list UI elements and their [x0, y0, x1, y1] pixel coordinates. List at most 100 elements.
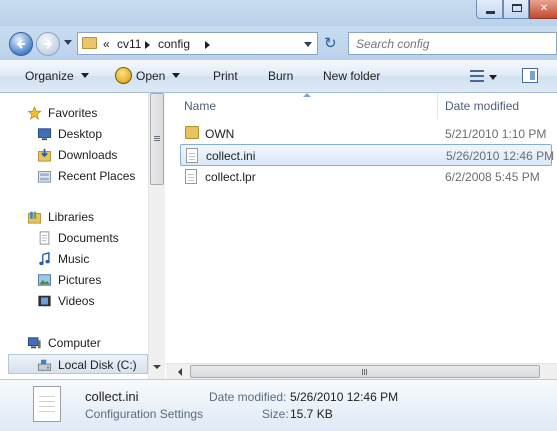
- details-file-type: Configuration Settings: [85, 407, 204, 421]
- column-header-date-modified[interactable]: Date modified: [445, 99, 519, 113]
- preview-pane-icon[interactable]: [522, 68, 538, 83]
- nav-item-downloads[interactable]: Downloads: [0, 145, 148, 165]
- file-name: collect.lpr: [205, 170, 256, 184]
- nav-item-pictures[interactable]: Pictures: [0, 270, 148, 290]
- folder-icon: [185, 126, 199, 139]
- file-row[interactable]: collect.ini 5/26/2010 12:46 PM: [180, 144, 555, 166]
- details-pane: collect.ini Configuration Settings Date …: [0, 379, 557, 431]
- nav-label: Favorites: [48, 106, 98, 120]
- forward-arrow-icon: [44, 39, 53, 49]
- search-input[interactable]: [349, 33, 557, 54]
- scrollbar-thumb[interactable]: [150, 93, 164, 185]
- nav-item-computer[interactable]: Computer: [0, 333, 148, 353]
- scroll-left-icon[interactable]: [178, 368, 182, 376]
- address-dropdown-icon[interactable]: [304, 42, 312, 47]
- view-dropdown-icon[interactable]: [489, 75, 497, 80]
- burn-button[interactable]: Burn: [268, 69, 293, 83]
- computer-icon: [27, 337, 41, 349]
- sort-ascending-icon: [303, 93, 311, 97]
- documents-icon: [39, 231, 50, 245]
- view-options-icon[interactable]: [470, 70, 484, 82]
- recent-pages-dropdown[interactable]: [64, 40, 72, 45]
- navigation-pane: Favorites Desktop Downloads Recent Place…: [0, 93, 148, 379]
- print-button[interactable]: Print: [213, 69, 238, 83]
- file-date: 6/2/2008 5:45 PM: [445, 170, 540, 184]
- column-header-name[interactable]: Name: [184, 99, 216, 113]
- file-date: 5/21/2010 1:10 PM: [445, 127, 547, 141]
- address-bar[interactable]: « cv11 config: [77, 32, 318, 55]
- file-row[interactable]: collect.lpr 6/2/2008 5:45 PM: [180, 166, 552, 188]
- breadcrumb-overflow[interactable]: «: [103, 37, 110, 51]
- address-row: « cv11 config ↻: [0, 26, 557, 60]
- folder-icon: [82, 37, 97, 49]
- window-title-bar: ✕: [0, 0, 557, 26]
- nav-item-local-disk[interactable]: Local Disk (C:): [8, 354, 148, 374]
- minimize-button[interactable]: [476, 0, 503, 19]
- breadcrumb-config[interactable]: config: [158, 37, 190, 51]
- navigation-scrollbar[interactable]: [148, 93, 165, 379]
- drive-icon: [37, 359, 52, 371]
- organize-button[interactable]: Organize: [25, 69, 89, 83]
- chevron-down-icon: [172, 73, 181, 78]
- nav-item-music[interactable]: Music: [0, 249, 148, 269]
- document-icon: [185, 169, 197, 184]
- music-icon: [39, 252, 50, 266]
- nav-label: Libraries: [48, 210, 95, 224]
- details-date-label: Date modified:: [209, 390, 287, 404]
- nav-item-desktop[interactable]: Desktop: [0, 124, 148, 144]
- downloads-icon: [37, 148, 52, 162]
- search-box[interactable]: [348, 32, 557, 55]
- nav-item-favorites[interactable]: Favorites: [0, 103, 148, 123]
- open-icon: [115, 67, 132, 84]
- breadcrumb-separator-icon[interactable]: [145, 41, 150, 49]
- close-icon: ✕: [539, 3, 549, 14]
- recent-places-icon: [37, 171, 52, 183]
- desktop-icon: [37, 128, 52, 141]
- document-icon: [186, 148, 198, 163]
- details-size-value: 15.7 KB: [290, 407, 333, 421]
- breadcrumb-cv11[interactable]: cv11: [117, 37, 141, 51]
- nav-item-documents[interactable]: Documents: [0, 228, 148, 248]
- nav-label: Documents: [58, 231, 119, 245]
- maximize-icon: [512, 4, 522, 12]
- star-icon: [27, 106, 42, 120]
- refresh-button[interactable]: ↻: [320, 34, 342, 53]
- horizontal-scrollbar[interactable]: [166, 363, 557, 379]
- nav-label: Computer: [48, 336, 101, 350]
- minimize-icon: [486, 11, 495, 14]
- file-row[interactable]: OWN 5/21/2010 1:10 PM: [180, 123, 552, 145]
- nav-item-videos[interactable]: Videos: [0, 291, 148, 311]
- file-thumbnail-icon: [33, 386, 61, 422]
- nav-label: Local Disk (C:): [58, 358, 137, 372]
- libraries-icon: [27, 211, 42, 224]
- nav-label: Recent Places: [58, 169, 136, 183]
- forward-button[interactable]: [36, 32, 60, 56]
- breadcrumb-separator-icon[interactable]: [205, 41, 210, 49]
- organize-label: Organize: [25, 69, 74, 83]
- details-size-label: Size:: [262, 407, 289, 421]
- nav-item-libraries[interactable]: Libraries: [0, 207, 148, 227]
- nav-label: Desktop: [58, 127, 103, 141]
- refresh-icon: ↻: [324, 35, 337, 52]
- new-folder-button[interactable]: New folder: [323, 69, 380, 83]
- back-arrow-icon: [16, 39, 25, 49]
- details-file-name: collect.ini: [85, 389, 139, 404]
- close-button[interactable]: ✕: [529, 0, 557, 19]
- chevron-down-icon: [80, 73, 89, 78]
- file-name: OWN: [205, 127, 235, 141]
- nav-label: Music: [58, 252, 90, 266]
- open-button[interactable]: Open: [136, 69, 181, 83]
- file-list: Name Date modified OWN 5/21/2010 1:10 PM…: [166, 93, 557, 363]
- nav-label: Pictures: [58, 273, 102, 287]
- scrollbar-thumb[interactable]: [190, 365, 540, 378]
- scroll-down-icon[interactable]: [153, 365, 161, 369]
- nav-item-recent-places[interactable]: Recent Places: [0, 166, 148, 186]
- videos-icon: [38, 295, 51, 307]
- file-date: 5/26/2010 12:46 PM: [446, 149, 555, 163]
- maximize-button[interactable]: [503, 0, 529, 19]
- back-button[interactable]: [9, 32, 33, 56]
- nav-label: Videos: [58, 294, 95, 308]
- column-divider[interactable]: [437, 93, 438, 119]
- file-name: collect.ini: [206, 149, 256, 163]
- open-label: Open: [136, 69, 166, 83]
